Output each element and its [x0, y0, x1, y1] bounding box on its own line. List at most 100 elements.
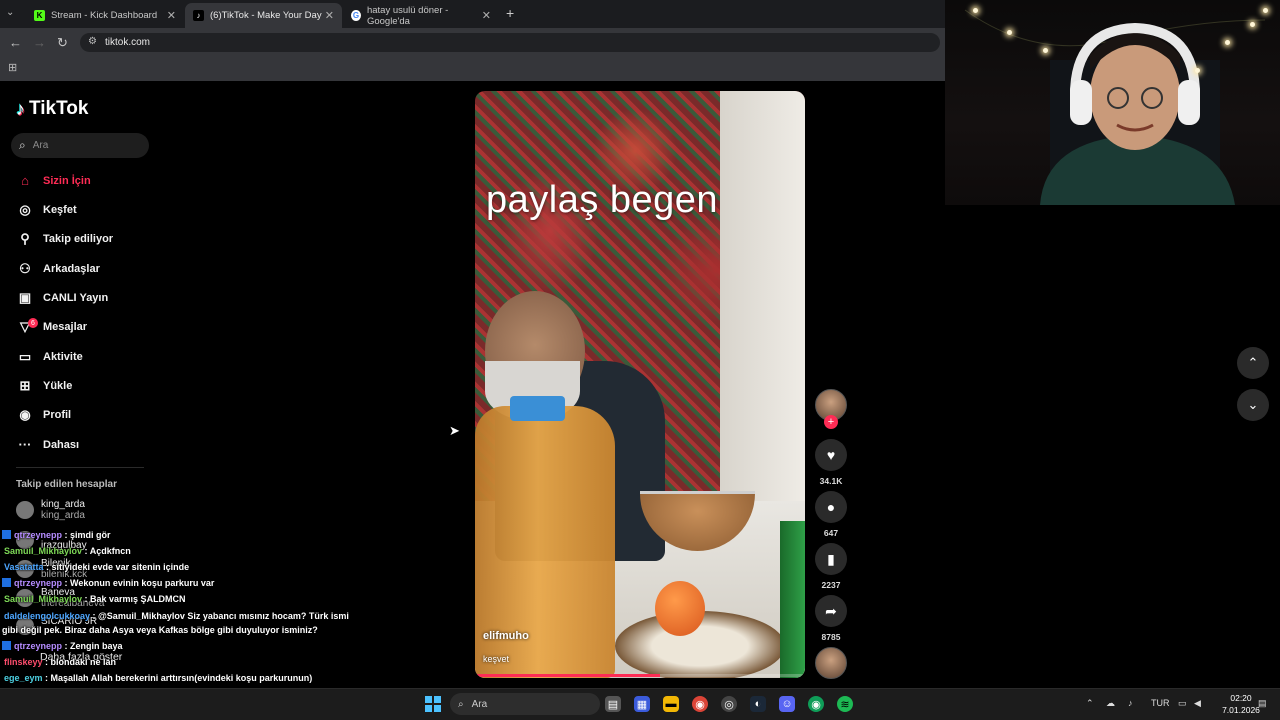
chat-username: Vasatatta [4, 562, 44, 572]
chat-text: : şimdi gör [62, 530, 111, 540]
search-input[interactable]: ⌕ Ara [11, 133, 149, 158]
chat-text: : Wekonun evinin koşu parkuru var [62, 578, 215, 588]
share-count: 8785 [821, 632, 841, 642]
compass-icon: ◎ [19, 202, 31, 217]
tab-kick-dashboard[interactable]: K Stream - Kick Dashboard ✕ [26, 3, 184, 28]
nav-label: CANLI Yayın [43, 292, 109, 304]
following-account-name[interactable]: king_arda [41, 499, 85, 510]
forward-icon[interactable]: → [33, 35, 46, 50]
avatar[interactable] [16, 501, 34, 519]
tiktok-icon: ♪ [193, 10, 204, 21]
language-indicator[interactable]: TUR [1151, 698, 1170, 708]
follow-plus-icon[interactable]: + [824, 415, 838, 429]
task-view-icon[interactable]: ▤ [605, 696, 621, 712]
tab-google[interactable]: G hatay usulü döner - Google'da ✕ [343, 3, 499, 28]
nav-more[interactable]: ··· Dahası [16, 437, 80, 452]
sound-disc-icon[interactable] [815, 647, 847, 679]
windows-start-icon[interactable] [425, 696, 441, 712]
nav-label: Profil [43, 409, 72, 421]
nav-label: Sizin İçin [43, 174, 91, 187]
chat-message: Vasatatta : sitiyideki evde var sitenin … [4, 562, 189, 572]
back-icon[interactable]: ← [9, 35, 22, 50]
chat-username: Samuil_Mikhaylov [4, 546, 83, 556]
network-icon[interactable]: ▭ [1178, 698, 1187, 709]
mouse-cursor: ➤ [449, 423, 460, 438]
video-progress-bar[interactable] [475, 674, 805, 677]
search-placeholder: Ara [32, 140, 49, 151]
close-icon[interactable]: ✕ [167, 9, 176, 22]
previous-video-button[interactable]: ⌃ [1237, 347, 1269, 379]
address-bar[interactable]: ⚙ tiktok.com [80, 33, 940, 52]
reload-icon[interactable]: ↻ [57, 35, 68, 51]
activity-icon: ▭ [18, 349, 32, 364]
next-video-button[interactable]: ⌄ [1237, 389, 1269, 421]
nav-label: Mesajlar [43, 321, 88, 333]
nav-profile[interactable]: ◉ Profil [16, 407, 71, 423]
microphone-icon[interactable]: ♪ [1128, 698, 1133, 708]
chat-username: flinskeyy [4, 657, 43, 667]
kick-badge-icon [2, 578, 11, 587]
video-progress-fill [475, 674, 660, 677]
nav-label: Yükle [43, 380, 73, 392]
close-icon[interactable]: ✕ [482, 9, 491, 22]
save-button[interactable]: ▮ [815, 543, 847, 575]
discord-icon[interactable]: ☺ [779, 696, 795, 712]
tab-label: Stream - Kick Dashboard [51, 10, 158, 21]
apps-grid-icon[interactable]: ⊞ [8, 61, 17, 74]
nav-messages[interactable]: ▽ Mesajlar [16, 319, 87, 335]
tiktok-logo[interactable]: ♪ TikTok [16, 98, 88, 120]
nav-activity[interactable]: ▭ Aktivite [16, 349, 83, 365]
following-account-handle: king_arda [41, 510, 85, 521]
taskbar-search-placeholder: Ara [471, 698, 488, 710]
like-count: 34.1K [819, 476, 843, 486]
chat-username: qtrzeynepp [14, 578, 63, 588]
tab-tiktok[interactable]: ♪ (6)TikTok - Make Your Day ✕ [185, 3, 342, 28]
tab-label: (6)TikTok - Make Your Day [210, 10, 322, 21]
close-icon[interactable]: ✕ [325, 9, 334, 22]
taskbar-search[interactable]: ⌕ Ara [450, 693, 600, 715]
spotify-icon[interactable]: ≋ [837, 696, 853, 712]
comment-button[interactable]: ● [815, 491, 847, 523]
share-button[interactable]: ➦ [815, 595, 847, 627]
chrome-profile-icon[interactable]: ◉ [808, 696, 824, 712]
brand-name: TikTok [29, 98, 89, 119]
obs-icon[interactable]: ◎ [721, 696, 737, 712]
clock-time[interactable]: 02:20 [1220, 693, 1262, 703]
friends-icon: ⚇ [19, 261, 31, 276]
file-explorer-icon[interactable]: ▬ [663, 696, 679, 712]
kick-badge-icon [2, 641, 11, 650]
cloud-icon[interactable]: ☁ [1106, 698, 1115, 709]
like-button[interactable]: ♥ [815, 439, 847, 471]
nav-upload[interactable]: ⊞ Yükle [16, 378, 73, 394]
nav-friends[interactable]: ⚇ Arkadaşlar [16, 261, 100, 277]
video-author[interactable]: elifmuho [483, 630, 529, 642]
notification-icon[interactable]: ▤ [1258, 698, 1267, 709]
save-count: 2237 [821, 580, 841, 590]
video-player[interactable]: paylaş begen elifmuho keşvet [475, 91, 805, 678]
chevron-up-icon: ⌃ [1247, 355, 1259, 370]
volume-icon[interactable]: ◀ [1194, 698, 1201, 709]
video-green-bottle [780, 521, 805, 678]
tab-strip: ⌄ K Stream - Kick Dashboard ✕ ♪ (6)TikTo… [0, 0, 945, 28]
site-info-icon[interactable]: ⚙ [88, 36, 97, 47]
steam-icon[interactable]: ◐ [750, 696, 766, 712]
tray-overflow-icon[interactable]: ⌃ [1086, 698, 1094, 709]
nav-following[interactable]: ⚲ Takip ediliyor [16, 231, 113, 247]
nav-for-you[interactable]: ⌂ Sizin İçin [16, 173, 91, 188]
store-icon[interactable]: ▦ [634, 696, 650, 712]
chat-text: : Maşallah Allah berekerini arttırsın(ev… [42, 673, 313, 683]
nav-live[interactable]: ▣ CANLI Yayın [16, 290, 108, 306]
video-tomato [655, 581, 705, 636]
live-icon: ▣ [18, 290, 32, 305]
nav-explore[interactable]: ◎ Keşfet [16, 202, 76, 218]
new-tab-button[interactable]: + [506, 5, 514, 21]
divider [16, 467, 144, 468]
tab-search-icon[interactable]: ⌄ [6, 7, 14, 18]
kick-badge-icon [2, 530, 11, 539]
kick-icon: K [34, 10, 45, 21]
chrome-icon[interactable]: ◉ [692, 696, 708, 712]
search-icon: ⌕ [458, 698, 464, 710]
messages-badge: 6 [28, 318, 38, 328]
heart-icon: ♥ [826, 447, 836, 463]
webcam-overlay [945, 0, 1280, 205]
